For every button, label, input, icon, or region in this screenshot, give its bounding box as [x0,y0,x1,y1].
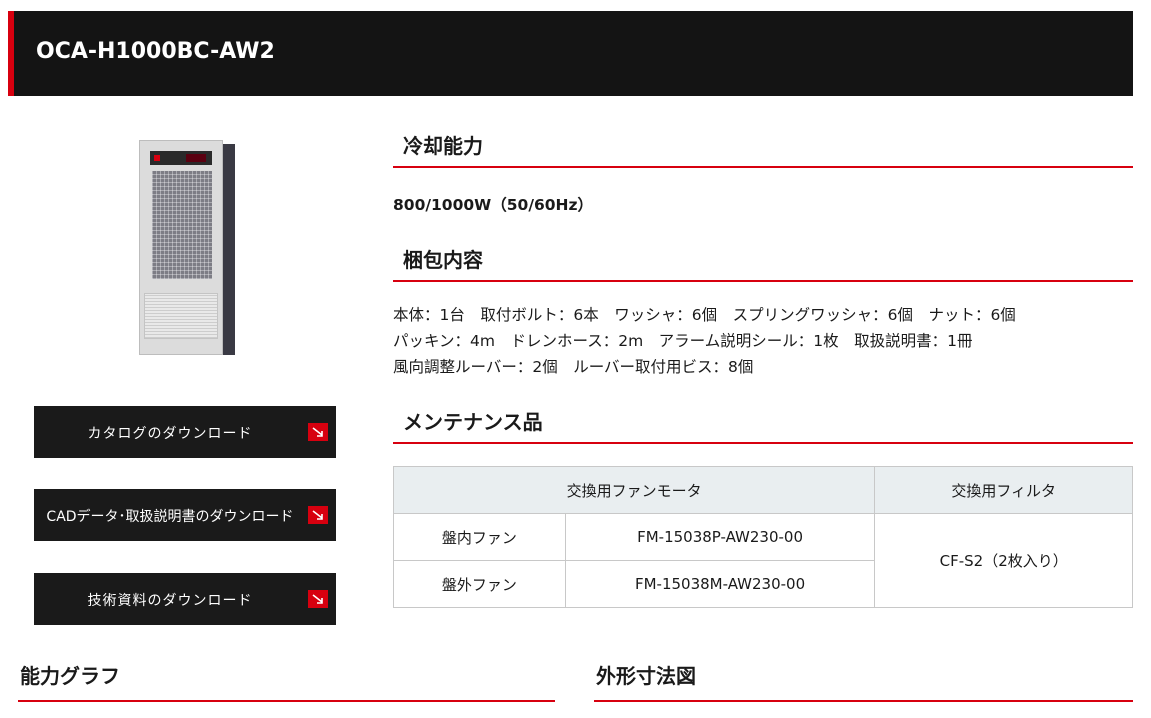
fan-model-cell: FM-15038M-AW230-00 [564,560,876,608]
technical-docs-download-button[interactable]: 技術資料のダウンロード [34,573,336,625]
catalog-download-label: カタログのダウンロード [87,426,253,442]
product-body [139,140,223,355]
upper-grille [152,171,212,279]
dimensions-title: 外形寸法図 [596,664,696,688]
packing-line: 風向調整ルーバー：2個 ルーバー取付用ビス：8個 [393,358,754,376]
product-image [139,140,235,355]
arrow-down-right-icon [308,506,328,524]
packing-contents-title: 梱包内容 [403,248,483,272]
product-model-title: OCA-H1000BC-AW2 [36,39,275,64]
maintenance-parts-heading: メンテナンス品 [393,404,1133,444]
arrow-down-right-icon [308,423,328,441]
filter-model-cell: CF-S2（2枚入り） [874,513,1133,608]
packing-line: パッキン：4m ドレンホース：2m アラーム説明シール：1枚 取扱説明書：1冊 [393,332,973,350]
catalog-download-button[interactable]: カタログのダウンロード [34,406,336,458]
technical-docs-download-label: 技術資料のダウンロード [87,593,253,609]
arrow-down-right-icon [308,590,328,608]
cooling-capacity-value: 800/1000W（50/60Hz） [393,196,594,214]
status-led [154,155,160,161]
control-panel [150,151,212,165]
cad-manual-download-button[interactable]: CADデータ･取扱説明書のダウンロード [34,489,336,541]
capacity-graph-title: 能力グラフ [20,664,120,688]
cooling-capacity-title: 冷却能力 [403,134,483,158]
dimensions-heading: 外形寸法図 [594,650,1133,702]
filter-column-header: 交換用フィルタ [874,466,1133,514]
table-row: 盤内ファン FM-15038P-AW230-00 CF-S2（2枚入り） [393,513,1133,608]
capacity-graph-heading: 能力グラフ [18,650,555,702]
cooling-capacity-heading: 冷却能力 [393,128,1133,168]
cad-manual-download-label: CADデータ･取扱説明書のダウンロード [46,509,294,525]
packing-contents-list: 本体：1台 取付ボルト：6本 ワッシャ：6個 スプリングワッシャ：6個 ナット：… [393,302,1016,380]
fan-model-cell: FM-15038P-AW230-00 [564,513,876,561]
lower-grille [144,293,218,339]
product-header: OCA-H1000BC-AW2 [8,11,1133,96]
maintenance-table: 交換用ファンモータ 交換用フィルタ 盤内ファン FM-15038P-AW230-… [392,466,1133,608]
product-side-panel [223,144,235,355]
fan-motor-column-header: 交換用ファンモータ [392,466,876,514]
packing-line: 本体：1台 取付ボルト：6本 ワッシャ：6個 スプリングワッシャ：6個 ナット：… [393,306,1016,324]
fan-type-cell: 盤内ファン [393,513,566,561]
packing-contents-heading: 梱包内容 [393,242,1133,282]
fan-type-cell: 盤外ファン [393,560,566,608]
display [186,154,206,162]
table-header-row: 交換用ファンモータ 交換用フィルタ [392,466,1133,514]
maintenance-parts-title: メンテナンス品 [403,410,543,434]
